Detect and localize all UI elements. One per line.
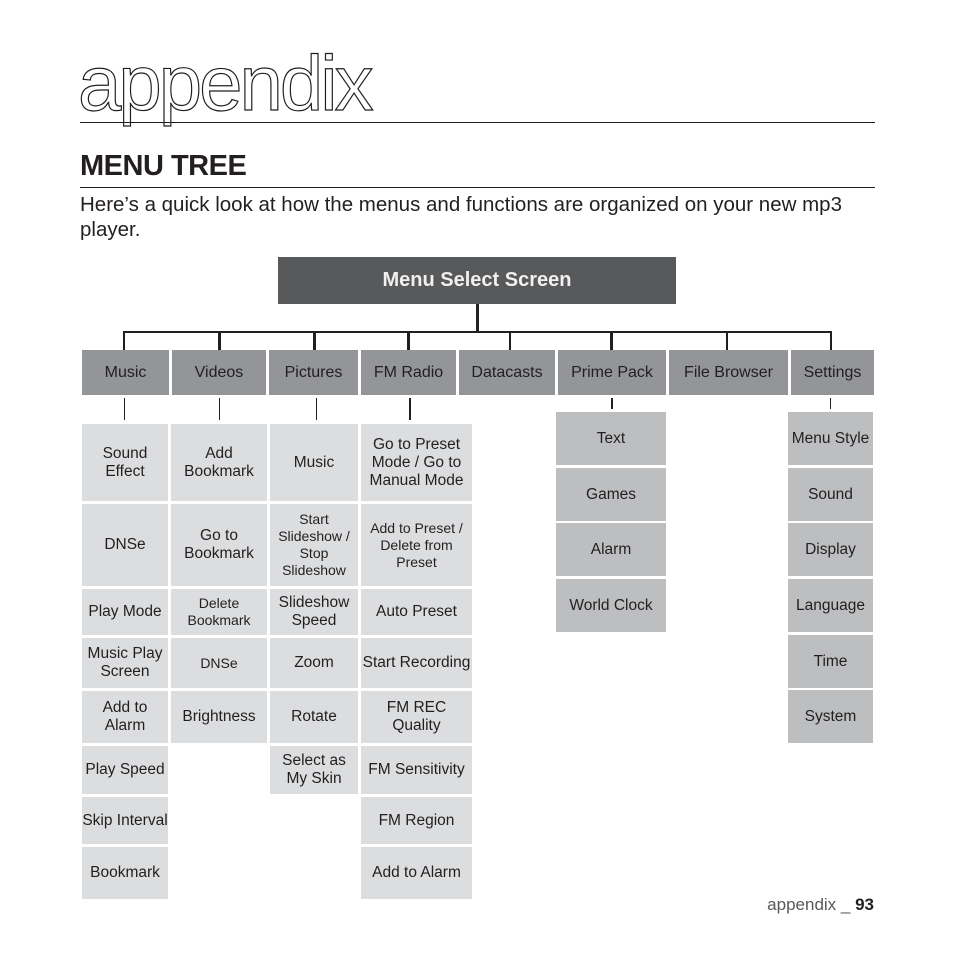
settings-item-language: Language	[788, 579, 873, 632]
subconnector-prime-pack	[611, 398, 613, 409]
root-connector	[476, 304, 479, 332]
subconnector-videos	[219, 398, 220, 420]
subconnector-settings	[830, 398, 831, 409]
subconnector-pictures	[316, 398, 317, 420]
pictures-item-slideshow-speed: Slideshow Speed	[270, 589, 358, 635]
connector-videos	[218, 331, 221, 350]
settings-item-menu-style: Menu Style	[788, 412, 873, 465]
subconnector-fm-radio	[409, 398, 411, 420]
connector-pictures	[313, 331, 316, 350]
fm-radio-item-add-delete-preset: Add to Preset / Delete from Preset	[361, 504, 472, 586]
section-title: MENU TREE	[80, 150, 247, 182]
music-item-play-speed: Play Speed	[82, 746, 168, 794]
music-item-add-to-alarm: Add to Alarm	[82, 691, 168, 743]
fm-radio-item-start-recording: Start Recording	[361, 638, 472, 688]
page-number: 93	[855, 895, 874, 914]
videos-item-go-to-bookmark: Go to Bookmark	[171, 504, 267, 586]
pictures-item-slideshow-toggle: Start Slideshow / Stop Slideshow	[270, 504, 358, 586]
settings-item-display: Display	[788, 523, 873, 576]
fm-radio-item-add-to-alarm: Add to Alarm	[361, 847, 472, 899]
category-music: Music	[82, 350, 169, 395]
videos-item-add-bookmark: Add Bookmark	[171, 424, 267, 501]
subconnector-music	[124, 398, 125, 420]
fm-radio-item-auto-preset: Auto Preset	[361, 589, 472, 635]
prime-pack-item-world-clock: World Clock	[556, 579, 666, 632]
category-file-browser: File Browser	[669, 350, 788, 395]
pictures-item-select-as-my-skin: Select as My Skin	[270, 746, 358, 794]
music-item-dnse: DNSe	[82, 504, 168, 586]
chapter-rule	[80, 122, 875, 123]
videos-item-dnse: DNSe	[171, 638, 267, 688]
pictures-item-zoom: Zoom	[270, 638, 358, 688]
connector-settings	[830, 331, 832, 350]
category-datacasts: Datacasts	[459, 350, 555, 395]
intro-text: Here’s a quick look at how the menus and…	[80, 193, 842, 241]
connector-file-browser	[726, 331, 728, 350]
music-item-sound-effect: Sound Effect	[82, 424, 168, 501]
settings-item-time: Time	[788, 635, 873, 688]
music-item-skip-interval: Skip Interval	[82, 797, 168, 844]
connector-music	[123, 331, 125, 350]
connector-prime-pack	[610, 331, 613, 350]
connector-fm-radio	[407, 331, 410, 350]
music-item-music-play-screen: Music Play Screen	[82, 638, 168, 688]
fm-radio-item-fm-sensitivity: FM Sensitivity	[361, 746, 472, 794]
settings-item-sound: Sound	[788, 468, 873, 521]
prime-pack-item-games: Games	[556, 468, 666, 521]
chapter-title: appendix	[77, 39, 374, 127]
connector-datacasts	[509, 331, 511, 350]
videos-item-delete-bookmark: Delete Bookmark	[171, 589, 267, 635]
category-fm-radio: FM Radio	[361, 350, 456, 395]
footer-label: appendix _	[767, 895, 856, 914]
music-item-bookmark: Bookmark	[82, 847, 168, 899]
category-settings: Settings	[791, 350, 874, 395]
page-footer: appendix _ 93	[767, 895, 874, 915]
category-prime-pack: Prime Pack	[558, 350, 666, 395]
fm-radio-item-fm-rec-quality: FM REC Quality	[361, 691, 472, 743]
videos-item-brightness: Brightness	[171, 691, 267, 743]
settings-item-system: System	[788, 690, 873, 743]
fm-radio-item-fm-region: FM Region	[361, 797, 472, 844]
pictures-item-music: Music	[270, 424, 358, 501]
category-videos: Videos	[172, 350, 266, 395]
prime-pack-item-alarm: Alarm	[556, 523, 666, 576]
menu-select-screen-node: Menu Select Screen	[278, 257, 676, 304]
fm-radio-item-preset-manual-mode: Go to Preset Mode / Go to Manual Mode	[361, 424, 472, 501]
category-pictures: Pictures	[269, 350, 358, 395]
music-item-play-mode: Play Mode	[82, 589, 168, 635]
prime-pack-item-text: Text	[556, 412, 666, 465]
pictures-item-rotate: Rotate	[270, 691, 358, 743]
section-rule	[80, 187, 875, 188]
